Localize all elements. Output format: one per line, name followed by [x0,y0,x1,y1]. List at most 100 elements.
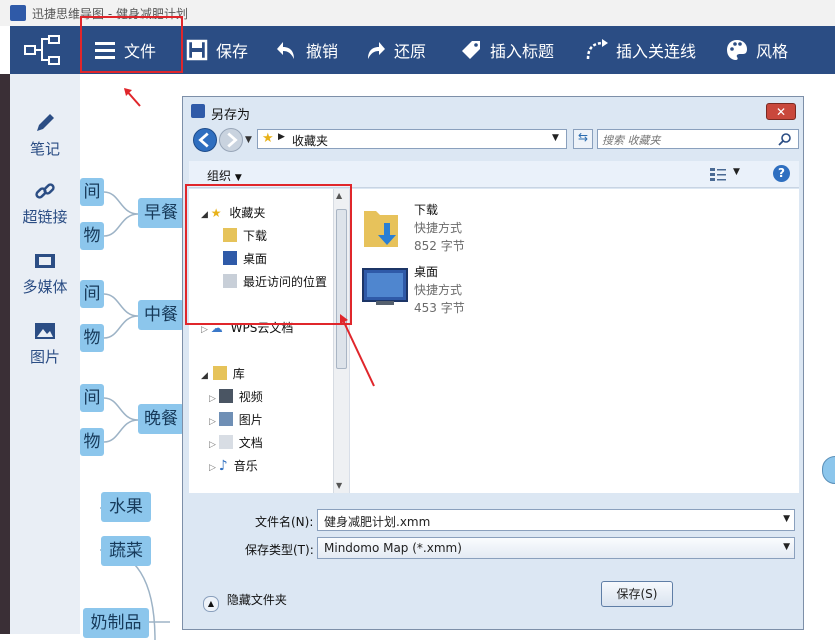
save-toolbar-label: 保存 [216,42,249,61]
filename-dropdown-icon[interactable]: ▼ [783,514,790,524]
star-icon: ★ [262,131,274,146]
search-input[interactable] [600,131,774,149]
file-list-pane: 下载 快捷方式 852 字节 桌面 快捷方式 453 字节 [349,189,799,493]
mindmap-node[interactable]: 间 [80,280,104,308]
redo-button[interactable]: 还原 [364,26,426,74]
picture-icon [35,323,55,339]
red-arrow-icon [340,314,375,387]
insert-title-button[interactable]: 插入标题 [460,26,554,74]
hide-folders-label: 隐藏文件夹 [226,593,287,607]
collapsed-arrow-icon: ▷ [209,440,219,450]
library-icon [212,366,227,380]
mindmap-node[interactable]: 间 [80,384,104,412]
view-options-icon[interactable] [709,166,727,182]
search-icon [778,133,791,146]
media-button[interactable]: 多媒体 [10,250,80,297]
collapsed-arrow-icon: ▷ [201,325,211,335]
notes-button[interactable]: 笔记 [10,112,80,159]
view-dropdown-icon[interactable]: ▼ [733,167,740,177]
organize-menu[interactable]: 组织 ▼ [207,167,242,184]
tree-item-music[interactable]: ▷ ♪ 音乐 [209,457,258,474]
file-menu-highlight [80,16,183,73]
undo-button[interactable]: 撤销 [276,26,338,74]
mindmap-node-partial[interactable] [822,456,835,484]
app-icon [10,5,26,21]
save-form: 文件名(N): 健身减肥计划.xmm ▼ 保存类型(T): Mindomo Ma… [189,495,799,625]
style-button[interactable]: 风格 [726,26,788,74]
dialog-titlebar: 另存为 ✕ [183,97,803,125]
notes-label: 笔记 [29,140,60,158]
desktop-icon [362,268,408,305]
dialog-app-icon [191,104,205,118]
file-size: 453 字节 [414,301,465,315]
mindmap-node[interactable]: 早餐 [138,198,184,228]
mindmap-node[interactable]: 水果 [101,492,151,522]
style-label: 风格 [756,42,789,61]
help-icon[interactable]: ? [773,165,790,182]
tree-label: 库 [232,367,245,381]
image-label: 图片 [29,348,60,366]
scroll-down-icon[interactable]: ▼ [336,481,342,490]
mindmap-logo-icon[interactable] [22,32,62,68]
filetype-select[interactable]: Mindomo Map (*.xmm) ▼ [317,537,795,559]
mindmap-node[interactable]: 中餐 [138,300,184,330]
tree-label: 文档 [238,436,263,450]
tree-label: 视频 [238,390,263,404]
floppy-disk-icon [186,39,208,61]
address-bar[interactable]: ★ ▶ 收藏夹 ▼ [257,129,567,149]
filetype-label: 保存类型(T): [245,543,314,557]
save-toolbar-button[interactable]: 保存 [186,26,248,74]
tree-label: 图片 [238,413,263,427]
redo-label: 还原 [394,42,427,61]
tree-item-documents[interactable]: ▷ 文档 [209,434,263,451]
file-item[interactable]: 下载 快捷方式 852 字节 [362,199,602,253]
save-as-dialog: 另存为 ✕ ▼ ★ ▶ 收藏夹 ▼ ⇆ 组织 ▼ ▼ ? [182,96,804,630]
search-box[interactable] [597,129,799,149]
tree-item-library[interactable]: ◢ 库 [201,365,245,382]
save-button[interactable]: 保存(S) [601,581,673,607]
hyperlink-button[interactable]: 超链接 [10,180,80,227]
mindmap-node[interactable]: 物 [80,428,104,456]
file-name: 下载 [414,203,439,217]
close-button[interactable]: ✕ [766,103,796,120]
collapsed-arrow-icon: ▷ [209,417,219,427]
filename-field[interactable]: 健身减肥计划.xmm ▼ [317,509,795,531]
organize-dropdown-icon: ▼ [234,173,242,183]
back-button[interactable] [193,128,217,152]
tree-item-pictures[interactable]: ▷ 图片 [209,411,263,428]
side-panel: 笔记 超链接 多媒体 图片 [10,74,80,634]
file-item[interactable]: 桌面 快捷方式 453 字节 [362,261,602,315]
video-icon [218,389,233,403]
close-icon: ✕ [775,105,787,119]
image-button[interactable]: 图片 [10,320,80,367]
mindmap-node[interactable]: 间 [80,178,104,206]
dialog-title: 另存为 [211,108,251,123]
mindmap-node[interactable]: 晚餐 [138,404,184,434]
palette-icon [727,40,747,60]
mindmap-node[interactable]: 物 [80,324,104,352]
refresh-button[interactable]: ⇆ [573,129,593,149]
hide-folders-toggle[interactable]: ▲ 隐藏文件夹 [203,591,287,612]
downloads-folder-icon [364,211,398,247]
film-icon [35,254,55,268]
address-path: 收藏夹 [292,134,329,148]
address-dropdown-icon[interactable]: ▼ [552,133,559,143]
tree-label: 音乐 [233,459,258,473]
insert-title-label: 插入标题 [490,42,555,61]
connector-line-icon [586,39,608,60]
filename-value: 健身减肥计划.xmm [324,515,431,529]
filetype-value: Mindomo Map (*.xmm) [324,541,462,555]
insert-connector-button[interactable]: 插入关连线 [586,26,696,74]
collapse-up-icon: ▲ [203,596,219,612]
file-name: 桌面 [414,265,439,279]
mindmap-node[interactable]: 物 [80,222,104,250]
history-dropdown-icon[interactable]: ▼ [245,135,252,145]
insert-connector-label: 插入关连线 [616,42,697,61]
organize-label: 组织 [207,169,232,183]
forward-button[interactable] [219,128,243,152]
tag-icon [462,41,480,59]
tree-item-videos[interactable]: ▷ 视频 [209,388,263,405]
collapsed-arrow-icon: ▷ [209,463,219,473]
mindmap-node[interactable]: 蔬菜 [101,536,151,566]
filetype-dropdown-icon[interactable]: ▼ [783,542,790,552]
